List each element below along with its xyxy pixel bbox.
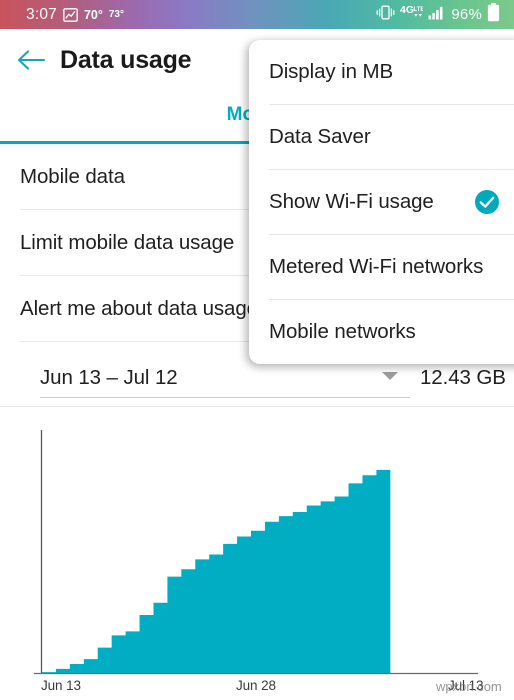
menu-item-data-saver[interactable]: Data Saver	[249, 105, 514, 169]
menu-item-label: Data Saver	[269, 125, 371, 148]
check-circle-icon	[474, 189, 500, 215]
total-usage-value: 12.43 GB	[420, 366, 506, 389]
svg-text:LTE: LTE	[414, 7, 424, 13]
status-time: 3:07	[26, 5, 57, 23]
chart-tick-label-mid: Jun 28	[236, 678, 276, 693]
svg-text:4G: 4G	[400, 4, 414, 16]
menu-item-label: Metered Wi-Fi networks	[269, 255, 484, 278]
battery-icon	[487, 2, 500, 27]
back-arrow-icon[interactable]	[14, 43, 48, 77]
list-item-label: Alert me about data usage	[20, 296, 258, 320]
data-usage-chart[interactable]: Jun 13 Jun 28 Jul 13 wpxbn.com	[0, 414, 514, 700]
dropdown-caret-icon	[382, 372, 398, 380]
menu-item-label: Mobile networks	[269, 320, 416, 343]
overflow-menu: Display in MB Data Saver Show Wi-Fi usag…	[249, 40, 514, 364]
status-temp-high: 70°	[83, 7, 103, 22]
menu-item-show-wifi-usage[interactable]: Show Wi-Fi usage	[249, 170, 514, 234]
status-bar-right: 4G LTE 96%	[376, 2, 506, 27]
page-title: Data usage	[60, 45, 192, 74]
vibrate-icon	[376, 5, 395, 25]
menu-item-metered-wifi-networks[interactable]: Metered Wi-Fi networks	[249, 235, 514, 299]
photo-weather-icon	[63, 7, 78, 22]
menu-item-label: Show Wi-Fi usage	[269, 190, 434, 213]
cycle-bottom-divider	[0, 406, 514, 407]
signal-bars-icon	[428, 5, 446, 25]
spinner-underline	[40, 397, 410, 398]
battery-percent-label: 96%	[451, 6, 482, 23]
status-temp-low: 73°	[108, 9, 124, 20]
chart-area-series	[42, 469, 391, 673]
status-bar-left: 3:07 70° 73°	[8, 6, 124, 24]
menu-item-mobile-networks[interactable]: Mobile networks	[249, 300, 514, 364]
phone-screen: 3:07 70° 73° 4G LTE 96% Data usage Mobil…	[0, 0, 514, 700]
status-bar: 3:07 70° 73° 4G LTE 96%	[0, 0, 514, 29]
network-type-icon: 4G LTE	[400, 4, 425, 25]
menu-item-display-in-mb[interactable]: Display in MB	[249, 40, 514, 104]
watermark-text: wpxbn.com	[436, 679, 502, 694]
chart-tick-label-start: Jun 13	[41, 678, 81, 693]
list-item-label: Limit mobile data usage	[20, 230, 235, 254]
cycle-range-label: Jun 13 – Jul 12	[40, 366, 178, 389]
list-item-label: Mobile data	[20, 164, 125, 188]
menu-item-label: Display in MB	[269, 60, 394, 83]
chart-canvas	[34, 430, 478, 675]
